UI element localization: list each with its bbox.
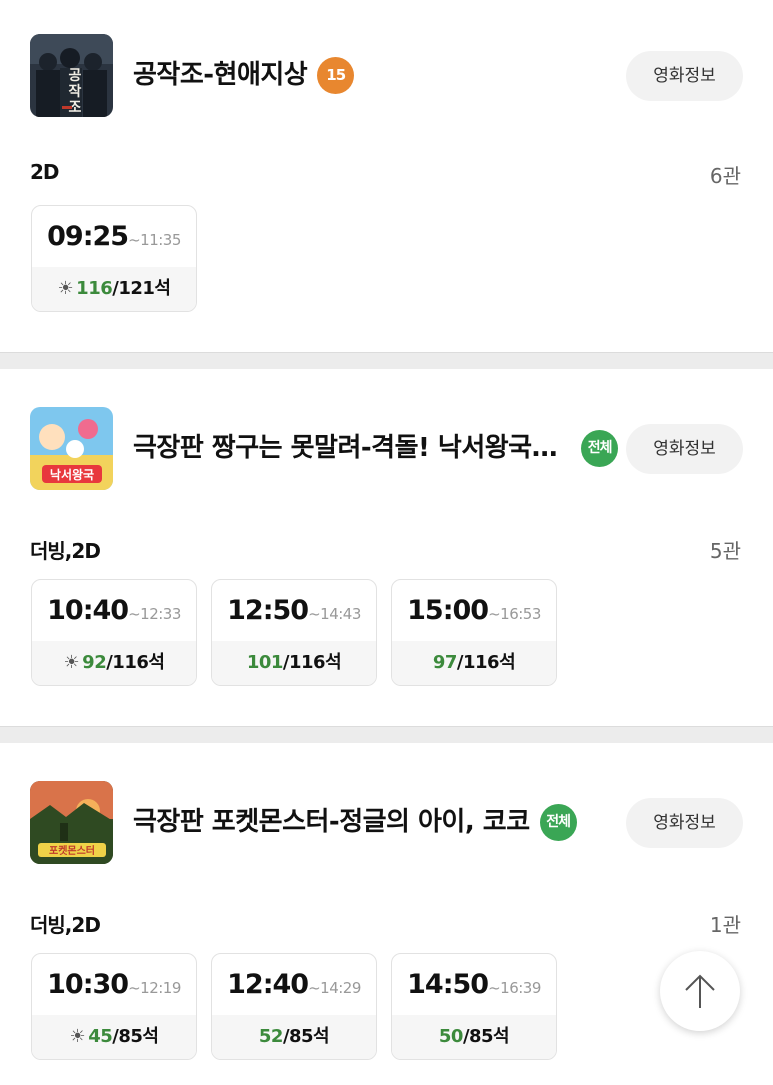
showtime-card[interactable]: 12:50~14:43 101/116석	[211, 579, 377, 686]
total-seats: /85석	[462, 1026, 510, 1047]
movie-info-button[interactable]: 영화정보	[626, 424, 743, 474]
end-time: ~11:35	[128, 231, 181, 249]
showtime-card[interactable]: 10:40~12:33 ☀ 92/116석	[31, 579, 197, 686]
end-time: ~12:33	[128, 605, 181, 623]
age-rating-badge: 전체	[581, 430, 619, 467]
available-seats: 52	[258, 1026, 284, 1047]
scroll-to-top-button[interactable]	[660, 951, 740, 1031]
total-seats: /116석	[456, 652, 516, 673]
showtime-card[interactable]: 14:50~16:39 50/85석	[391, 953, 557, 1060]
sun-icon: ☀	[57, 278, 74, 299]
movie-title-text: 공작조-현애지상	[133, 60, 308, 90]
total-seats: /121석	[112, 278, 171, 299]
available-seats: 50	[438, 1026, 464, 1047]
showtime-card[interactable]: 12:40~14:29 52/85석	[211, 953, 377, 1060]
movie-poster[interactable]: 포켓몬스터	[30, 781, 113, 864]
hall-number: 6관	[709, 164, 741, 188]
start-time: 12:40	[227, 969, 309, 1000]
svg-text:작: 작	[69, 83, 82, 100]
age-rating-badge: 15	[317, 57, 355, 94]
end-time: ~14:29	[308, 979, 361, 997]
movie-section: 공 작 조 공작조-현애지상 15 영화정보 2D 6관 09:25~11:35 …	[0, 0, 773, 352]
start-time: 14:50	[407, 969, 489, 1000]
movie-section: 포켓몬스터 극장판 포켓몬스터-정글의 아이, 코코 전체 영화정보 더빙,2D …	[0, 743, 773, 1085]
movie-title-text: 극장판 포켓몬스터-정글의 아이, 코코	[133, 807, 530, 837]
movie-poster[interactable]: 공 작 조	[30, 34, 113, 117]
start-time: 10:30	[47, 969, 129, 1000]
movie-info-button[interactable]: 영화정보	[626, 798, 743, 848]
screen-format: 2D	[30, 160, 60, 184]
total-seats: /116석	[282, 652, 342, 673]
showtime-card[interactable]: 10:30~12:19 ☀ 45/85석	[31, 953, 197, 1060]
section-divider	[0, 726, 773, 743]
movie-info-button[interactable]: 영화정보	[626, 51, 743, 101]
showtime-card[interactable]: 09:25~11:35 ☀ 116/121석	[31, 205, 197, 312]
screen-format: 더빙,2D	[30, 913, 101, 937]
end-time: ~16:53	[488, 605, 541, 623]
available-seats: 116	[76, 278, 113, 299]
available-seats: 97	[432, 652, 458, 673]
start-time: 12:50	[227, 595, 309, 626]
end-time: ~14:43	[308, 605, 361, 623]
start-time: 09:25	[47, 221, 129, 252]
end-time: ~16:39	[488, 979, 541, 997]
start-time: 10:40	[47, 595, 129, 626]
svg-text:공: 공	[69, 68, 82, 84]
sun-icon: ☀	[63, 652, 80, 673]
age-rating-badge: 전체	[539, 804, 577, 841]
svg-text:낙서왕국: 낙서왕국	[50, 467, 94, 482]
hall-number: 5관	[709, 539, 741, 563]
hall-number: 1관	[709, 913, 741, 937]
movie-poster[interactable]: 낙서왕국	[30, 407, 113, 490]
start-time: 15:00	[407, 595, 489, 626]
movie-title[interactable]: 공작조-현애지상 15	[133, 54, 355, 94]
end-time: ~12:19	[128, 979, 181, 997]
svg-text:포켓몬스터: 포켓몬스터	[49, 844, 95, 857]
movie-title[interactable]: 극장판 포켓몬스터-정글의 아이, 코코 전체	[133, 801, 577, 841]
arrow-up-icon	[685, 974, 715, 1008]
total-seats: /85석	[112, 1026, 159, 1047]
section-divider	[0, 352, 773, 369]
available-seats: 45	[88, 1026, 113, 1047]
available-seats: 92	[82, 652, 107, 673]
showtime-card[interactable]: 15:00~16:53 97/116석	[391, 579, 557, 686]
total-seats: /116석	[106, 652, 165, 673]
sun-icon: ☀	[69, 1026, 86, 1047]
screen-format: 더빙,2D	[30, 539, 101, 563]
movie-title-text: 극장판 짱구는 못말려-격돌! 낙서왕국…	[133, 433, 558, 463]
movie-section: 낙서왕국 극장판 짱구는 못말려-격돌! 낙서왕국… 전체 영화정보 더빙,2D …	[0, 369, 773, 726]
available-seats: 101	[246, 652, 284, 673]
total-seats: /85석	[282, 1026, 330, 1047]
movie-title[interactable]: 극장판 짱구는 못말려-격돌! 낙서왕국… 전체	[133, 427, 619, 467]
